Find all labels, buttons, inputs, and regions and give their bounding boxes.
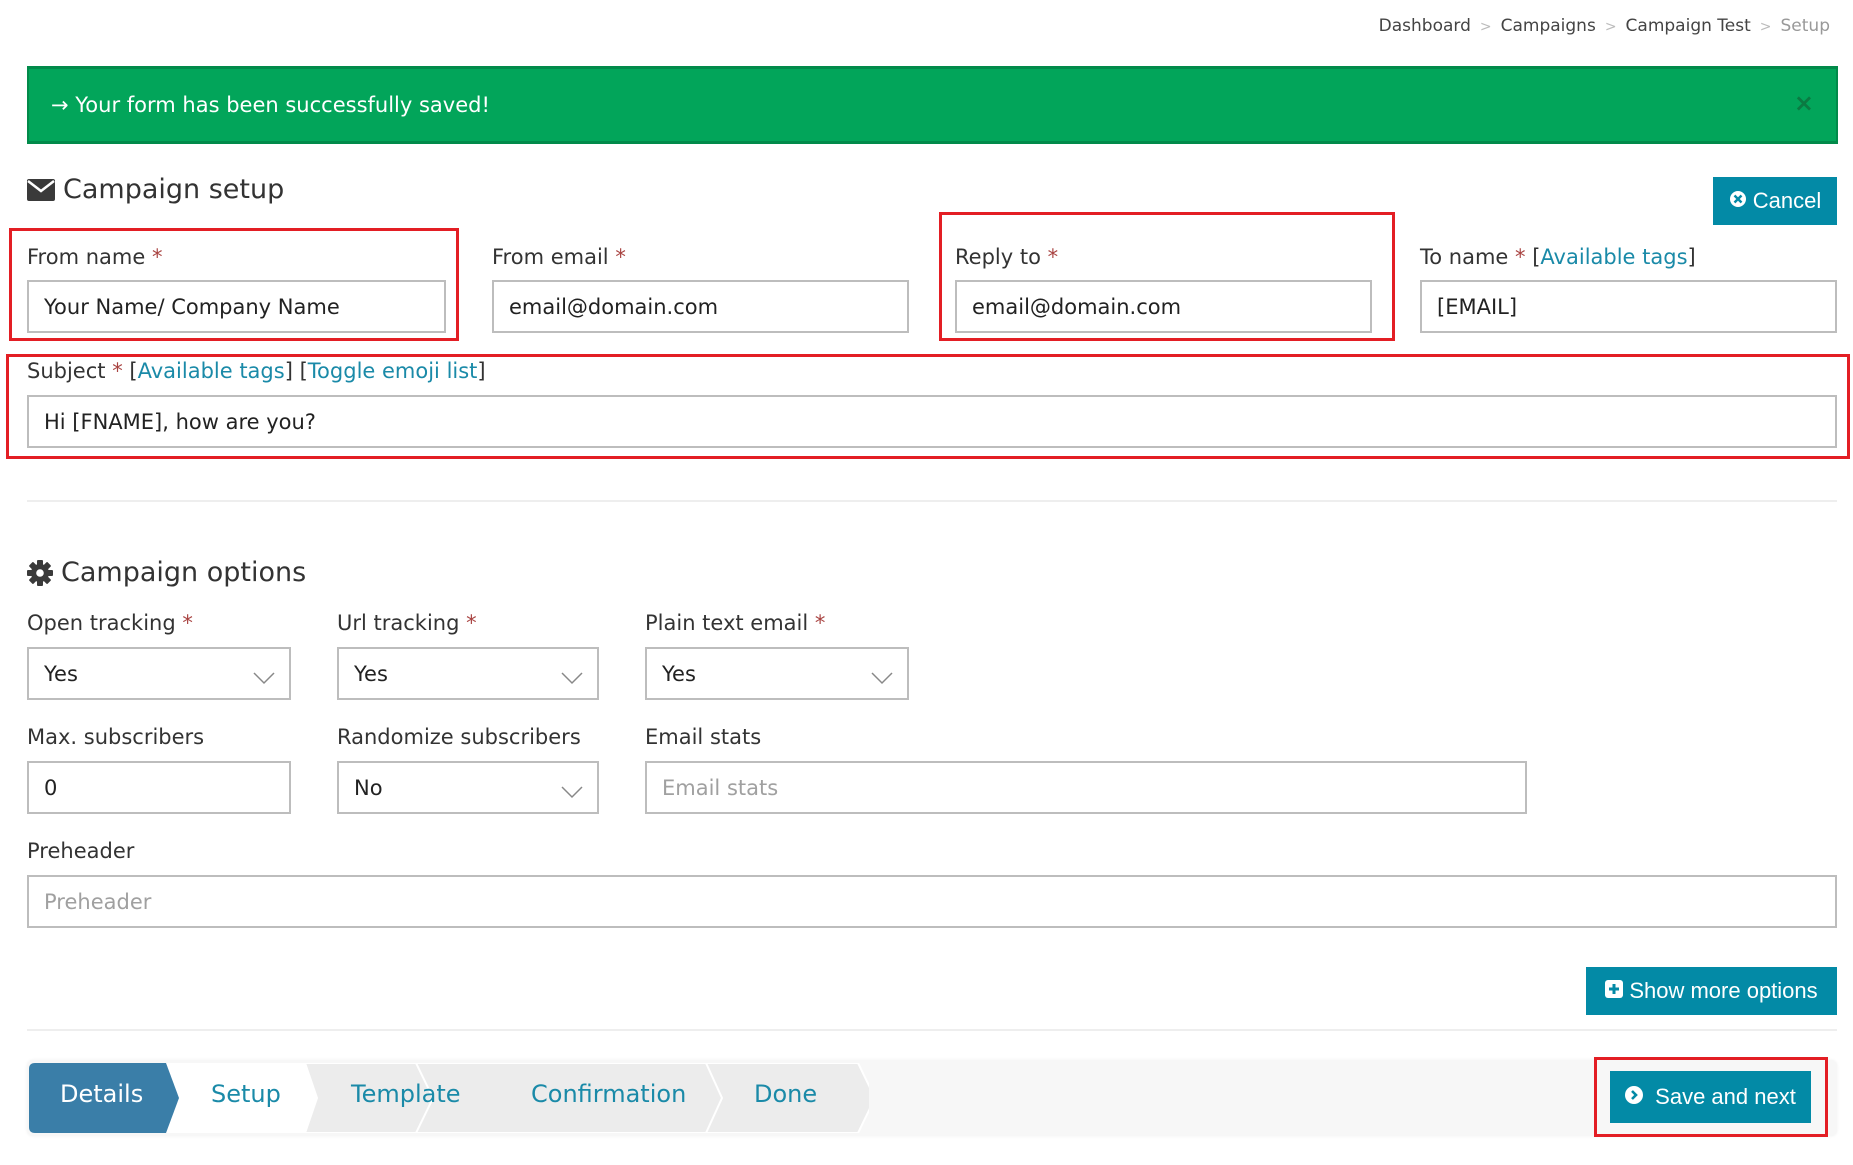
breadcrumb-separator: > — [1759, 19, 1772, 35]
chevron-circle-right-icon — [1625, 1084, 1644, 1110]
cancel-label: Cancel — [1752, 188, 1822, 213]
from-name-input[interactable]: Your Name/ Company Name — [27, 280, 446, 333]
step-details[interactable]: Details — [60, 1080, 143, 1108]
chevron-down-icon — [561, 666, 583, 690]
to-name-available-tags-link[interactable]: Available tags — [1540, 245, 1687, 269]
url-tracking-label-text: Url tracking — [337, 611, 460, 635]
subject-label: Subject * [Available tags] [Toggle emoji… — [27, 359, 486, 383]
url-tracking-value: Yes — [354, 661, 388, 686]
email-stats-input[interactable]: Email stats — [645, 761, 1527, 814]
from-email-label-text: From email — [492, 245, 609, 269]
reply-to-label: Reply to * — [955, 245, 1058, 269]
plain-text-email-label-text: Plain text email — [645, 611, 809, 635]
randomize-subscribers-value: No — [354, 775, 383, 800]
breadcrumb-campaigns[interactable]: Campaigns — [1501, 16, 1596, 38]
bracket: [ — [129, 359, 138, 383]
required-asterisk: * — [112, 359, 123, 383]
breadcrumb-setup: Setup — [1780, 16, 1830, 36]
gear-icon — [27, 559, 53, 586]
to-name-input[interactable]: [EMAIL] — [1420, 280, 1837, 333]
randomize-subscribers-select[interactable]: No — [337, 761, 599, 814]
subject-label-text: Subject — [27, 359, 106, 383]
url-tracking-label: Url tracking * — [337, 611, 477, 635]
show-more-options-label: Show more options — [1629, 978, 1818, 1003]
plain-text-email-label: Plain text email * — [645, 611, 825, 635]
required-asterisk: * — [1515, 245, 1526, 269]
plus-square-icon — [1605, 978, 1624, 1004]
open-tracking-label-text: Open tracking — [27, 611, 176, 635]
toggle-emoji-list-link[interactable]: Toggle emoji list — [308, 359, 478, 383]
chevron-down-icon — [871, 666, 893, 690]
from-email-label: From email * — [492, 245, 626, 269]
campaign-setup-heading: Campaign setup — [63, 174, 285, 205]
bracket: ] — [1687, 245, 1696, 269]
success-alert: → Your form has been successfully saved!… — [27, 66, 1838, 144]
breadcrumb: Dashboard > Campaigns > Campaign Test > … — [1379, 16, 1830, 38]
to-name-label-text: To name — [1420, 245, 1509, 269]
step-setup[interactable]: Setup — [211, 1080, 281, 1108]
url-tracking-select[interactable]: Yes — [337, 647, 599, 700]
step-template[interactable]: Template — [351, 1080, 461, 1108]
close-icon[interactable]: × — [1794, 91, 1814, 115]
to-name-label: To name * [Available tags] — [1420, 245, 1696, 269]
campaign-setup-title: Campaign setup — [27, 174, 284, 205]
from-name-label-text: From name — [27, 245, 146, 269]
chevron-down-icon — [561, 780, 583, 804]
plain-text-email-select[interactable]: Yes — [645, 647, 909, 700]
cancel-circle-icon — [1729, 188, 1747, 214]
breadcrumb-separator: > — [1479, 19, 1492, 35]
breadcrumb-dashboard[interactable]: Dashboard — [1379, 16, 1471, 38]
open-tracking-label: Open tracking * — [27, 611, 193, 635]
required-asterisk: * — [615, 245, 626, 269]
save-and-next-button[interactable]: Save and next — [1610, 1071, 1811, 1123]
email-stats-label: Email stats — [645, 725, 762, 749]
step-confirmation[interactable]: Confirmation — [531, 1080, 686, 1108]
preheader-label: Preheader — [27, 839, 135, 863]
save-and-next-label: Save and next — [1655, 1084, 1796, 1109]
required-asterisk: * — [182, 611, 193, 635]
bracket: ] — [477, 359, 486, 383]
cancel-button[interactable]: Cancel — [1713, 177, 1837, 225]
randomize-subscribers-label: Randomize subscribers — [337, 725, 581, 749]
breadcrumb-campaign-test[interactable]: Campaign Test — [1626, 16, 1751, 38]
preheader-input[interactable]: Preheader — [27, 875, 1837, 928]
max-subscribers-input[interactable]: 0 — [27, 761, 291, 814]
reply-to-label-text: Reply to — [955, 245, 1041, 269]
footer-divider — [27, 1029, 1837, 1031]
section-divider — [27, 500, 1837, 502]
envelope-icon — [27, 178, 55, 201]
required-asterisk: * — [1047, 245, 1059, 269]
from-email-input[interactable]: email@domain.com — [492, 280, 909, 333]
chevron-down-icon — [253, 666, 275, 690]
reply-to-input[interactable]: email@domain.com — [955, 280, 1372, 333]
subject-available-tags-link[interactable]: Available tags — [138, 359, 285, 383]
required-asterisk: * — [466, 611, 477, 635]
from-name-label: From name * — [27, 245, 162, 269]
bracket: ] — [284, 359, 293, 383]
plain-text-email-value: Yes — [662, 661, 696, 686]
subject-input[interactable]: Hi [FNAME], how are you? — [27, 395, 1837, 448]
campaign-options-heading: Campaign options — [61, 557, 307, 588]
max-subscribers-label: Max. subscribers — [27, 725, 205, 749]
bracket: [ — [299, 359, 308, 383]
required-asterisk: * — [814, 611, 826, 635]
campaign-options-title: Campaign options — [27, 557, 306, 588]
required-asterisk: * — [151, 245, 163, 269]
breadcrumb-separator: > — [1604, 19, 1617, 35]
show-more-options-button[interactable]: Show more options — [1586, 967, 1837, 1015]
alert-message: → Your form has been successfully saved! — [51, 93, 490, 117]
open-tracking-value: Yes — [44, 661, 78, 686]
open-tracking-select[interactable]: Yes — [27, 647, 291, 700]
step-done[interactable]: Done — [754, 1080, 817, 1108]
